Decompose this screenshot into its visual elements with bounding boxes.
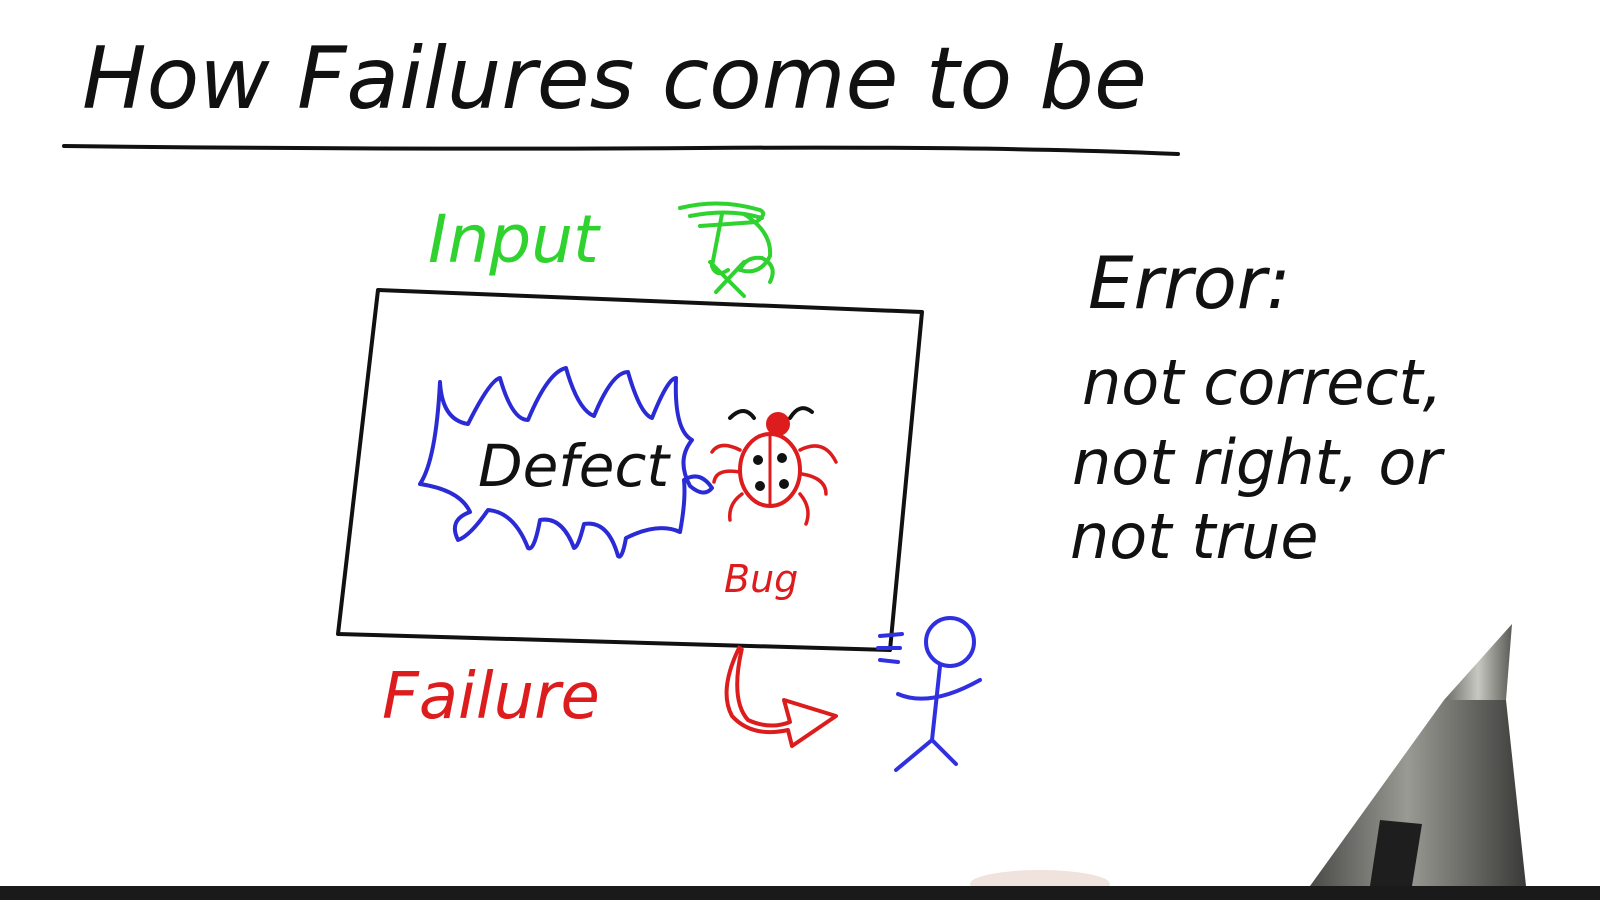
page-title: How Failures come to be	[82, 29, 1147, 129]
bug-label: Bug	[724, 557, 798, 601]
failure-arrow	[724, 645, 838, 748]
error-line-1: not correct,	[1082, 346, 1443, 419]
error-heading: Error:	[1088, 241, 1291, 325]
ladybug-icon	[710, 406, 838, 526]
error-line-2: not right, or	[1072, 426, 1445, 499]
whiteboard-drawing: How Failures come to be Input Defect Bug…	[62, 29, 1526, 898]
error-line-3: not true	[1070, 500, 1318, 573]
input-label: Input	[428, 201, 601, 278]
scribble-input-icon	[678, 201, 775, 298]
stick-figure-icon	[876, 616, 982, 772]
failure-label: Failure	[382, 660, 600, 734]
stylus-pen-icon	[1310, 624, 1526, 886]
whiteboard: How Failures come to be Input Defect Bug…	[0, 0, 1600, 900]
video-bottom-bar	[0, 886, 1600, 900]
defect-label: Defect	[478, 432, 671, 500]
title-underline	[62, 144, 1180, 156]
